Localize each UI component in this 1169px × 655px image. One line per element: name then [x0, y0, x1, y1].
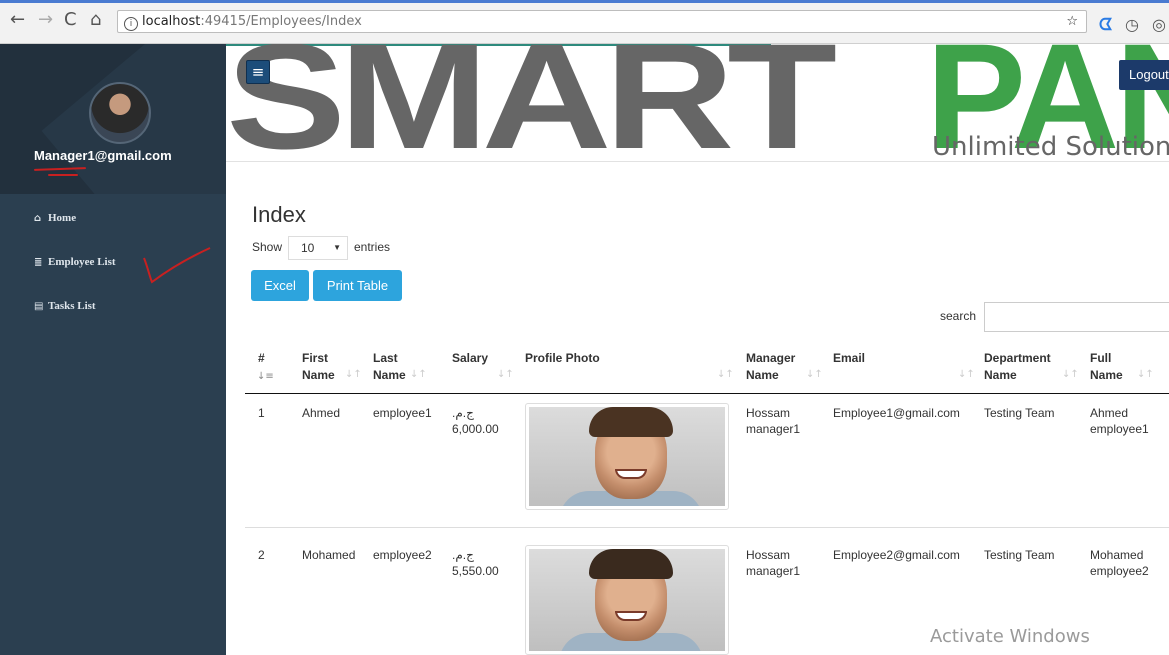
column-header-profile-photo[interactable]: Profile Photo — [525, 350, 600, 367]
home-icon: ⌂ — [34, 213, 42, 224]
chevron-down-icon: ▼ — [333, 243, 341, 252]
currency-symbol: ج.م.‏ — [452, 406, 474, 420]
sort-icon: ↓↑ — [497, 369, 514, 380]
search-label: search — [940, 309, 977, 323]
logout-button[interactable]: Logout — [1119, 60, 1169, 90]
cell-last-name: employee2 — [373, 548, 432, 562]
sort-icon: ↓↑ — [410, 369, 427, 380]
cell-manager-name: Hossam manager1 — [746, 406, 801, 436]
salary-value: 6,000.00 — [452, 422, 499, 436]
browser-toolbar: ← → C ⌂ i localhost:49415/Employees/Index… — [0, 0, 1169, 44]
print-table-button[interactable]: Print Table — [313, 270, 402, 301]
sort-icon: ↓↑ — [345, 369, 362, 380]
back-icon[interactable]: ← — [10, 9, 25, 31]
cell-salary: ج.م.‏ 6,000.00 — [452, 405, 499, 437]
cell-email: Employee1@gmail.com — [833, 406, 960, 420]
forward-icon[interactable]: → — [38, 9, 53, 31]
user-email: Manager1@gmail.com — [34, 148, 172, 163]
cell-salary: ج.م.‏ 5,550.00 — [452, 547, 499, 579]
tasks-icon: ▤ — [34, 301, 44, 312]
column-header-email[interactable]: Email — [833, 350, 865, 367]
currency-symbol: ج.م.‏ — [452, 548, 474, 562]
activate-windows-watermark: Activate Windows — [930, 626, 1090, 647]
sort-icon: ↓↑ — [958, 369, 975, 380]
sidebar-item-label: Tasks List — [48, 300, 96, 312]
home-icon[interactable]: ⌂ — [90, 9, 101, 31]
menu-toggle-button[interactable]: ≡ — [246, 60, 270, 84]
entries-label: entries — [354, 240, 391, 254]
top-header: SMART PAN Unlimited Solutions ≡ Logout — [226, 44, 1169, 162]
annotation-underline — [48, 174, 78, 176]
sidebar-item-label: Employee List — [48, 256, 116, 268]
search-input[interactable] — [984, 302, 1169, 332]
cell-last-name: employee1 — [373, 406, 432, 420]
extension-icon[interactable]: ᗧ — [1099, 15, 1112, 35]
sidebar-item-home[interactable]: ⌂ Home — [34, 212, 76, 224]
profile-photo — [525, 545, 729, 655]
excel-button[interactable]: Excel — [251, 270, 309, 301]
page-title: Index — [252, 202, 306, 227]
cell-email: Employee2@gmail.com — [833, 548, 960, 562]
cell-first-name: Ahmed — [302, 406, 341, 420]
page-length-select[interactable]: 10 ▼ — [288, 236, 348, 260]
sort-icon: ↓↑ — [1062, 369, 1079, 380]
cell-first-name: Mohamed — [302, 548, 356, 562]
list-icon: ≣ — [34, 257, 43, 268]
sort-icon: ↓↑ — [717, 369, 734, 380]
sort-icon: ↓↑ — [1137, 369, 1154, 380]
sort-asc-icon: ↓≡ — [257, 371, 274, 382]
sidebar-item-label: Home — [48, 212, 77, 224]
show-label: Show — [252, 240, 283, 254]
avatar — [89, 82, 151, 144]
cell-department: Testing Team — [984, 406, 1055, 420]
reload-icon[interactable]: C — [64, 9, 77, 31]
sidebar-item-tasks-list[interactable]: ▤ Tasks List — [34, 300, 96, 312]
sort-icon: ↓↑ — [806, 369, 823, 380]
page-length-value: 10 — [301, 241, 315, 255]
url-path: :49415/Employees/Index — [200, 14, 362, 29]
cell-number: 1 — [258, 406, 265, 420]
column-header-department-name[interactable]: Department Name — [984, 350, 1051, 384]
profile-photo — [525, 403, 729, 510]
salary-value: 5,550.00 — [452, 564, 499, 578]
address-bar[interactable]: i localhost:49415/Employees/Index ☆ — [117, 10, 1087, 33]
user-panel: Manager1@gmail.com — [0, 44, 226, 194]
annotation-checkmark — [143, 247, 211, 284]
url-host: localhost — [142, 14, 201, 29]
extension-icon-3[interactable]: ◎ — [1152, 15, 1166, 34]
column-header-last-name[interactable]: Last Name — [373, 350, 406, 384]
sidebar-item-employee-list[interactable]: ≣ Employee List — [34, 256, 116, 268]
cell-full-name: Ahmed employee1 — [1090, 406, 1149, 436]
row-divider — [245, 527, 1169, 528]
cell-number: 2 — [258, 548, 265, 562]
info-icon[interactable]: i — [124, 17, 138, 31]
bookmark-star-icon[interactable]: ☆ — [1066, 11, 1078, 32]
column-header-manager-name[interactable]: Manager Name — [746, 350, 795, 384]
column-header-first-name[interactable]: First Name — [302, 350, 335, 384]
column-header-number[interactable]: # — [258, 350, 265, 367]
speedometer-extension-icon[interactable]: ◷ — [1125, 15, 1139, 34]
cell-department: Testing Team — [984, 548, 1055, 562]
cell-manager-name: Hossam manager1 — [746, 548, 801, 578]
column-header-salary[interactable]: Salary — [452, 350, 488, 367]
cell-full-name: Mohamed employee2 — [1090, 548, 1149, 578]
table-header-divider — [245, 393, 1169, 394]
logo-tagline: Unlimited Solutions — [932, 132, 1169, 162]
sidebar: Manager1@gmail.com ⌂ Home ≣ Employee List … — [0, 44, 226, 655]
logo-smart-text: SMART — [226, 44, 837, 162]
column-header-full-name[interactable]: Full Name — [1090, 350, 1123, 384]
